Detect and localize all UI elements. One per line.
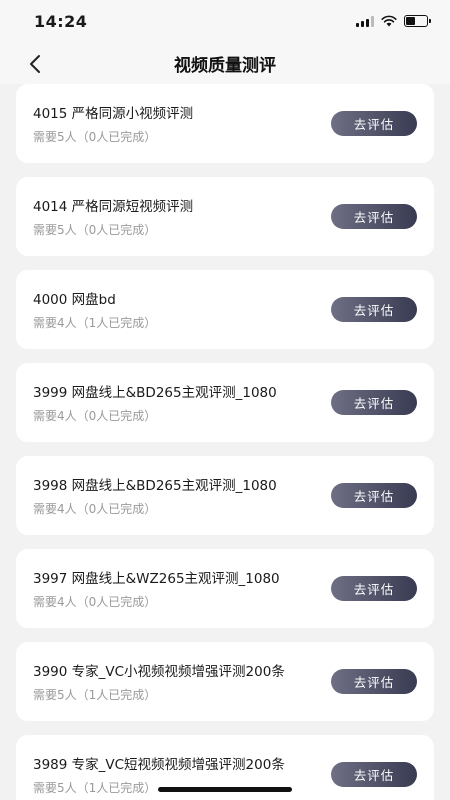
home-indicator[interactable] [158,787,292,792]
nav-bar: 视频质量测评 [0,44,450,84]
evaluate-button[interactable]: 去评估 [331,483,417,508]
evaluate-button[interactable]: 去评估 [331,297,417,322]
task-card[interactable]: 4015 严格同源小视频评测 需要5人（0人已完成） 去评估 [16,84,434,163]
status-icons [356,15,431,27]
evaluate-button[interactable]: 去评估 [331,204,417,229]
evaluate-button[interactable]: 去评估 [331,111,417,136]
task-title: 4014 严格同源短视频评测 [33,199,194,215]
signal-icon [356,15,374,27]
task-card[interactable]: 4014 严格同源短视频评测 需要5人（0人已完成） 去评估 [16,177,434,256]
evaluate-button[interactable]: 去评估 [331,669,417,694]
task-title: 3997 网盘线上&WZ265主观评测_1080 [33,571,280,587]
task-title: 3998 网盘线上&BD265主观评测_1080 [33,478,277,494]
task-title: 3999 网盘线上&BD265主观评测_1080 [33,385,277,401]
task-card[interactable]: 3997 网盘线上&WZ265主观评测_1080 需要4人（0人已完成） 去评估 [16,549,434,628]
task-card[interactable]: 3999 网盘线上&BD265主观评测_1080 需要4人（0人已完成） 去评估 [16,363,434,442]
task-progress: 需要5人（0人已完成） [33,130,157,144]
task-progress: 需要4人（0人已完成） [33,595,157,609]
task-title: 3989 专家_VC短视频视频增强评测200条 [33,757,285,773]
task-title: 3990 专家_VC小视频视频增强评测200条 [33,664,285,680]
task-card[interactable]: 3990 专家_VC小视频视频增强评测200条 需要5人（1人已完成） 去评估 [16,642,434,721]
task-title: 4000 网盘bd [33,292,116,308]
battery-icon [404,15,431,27]
status-time: 14:24 [34,12,88,31]
task-progress: 需要4人（1人已完成） [33,316,157,330]
wifi-icon [381,15,397,27]
evaluate-button[interactable]: 去评估 [331,390,417,415]
evaluate-button[interactable]: 去评估 [331,576,417,601]
task-card[interactable]: 3998 网盘线上&BD265主观评测_1080 需要4人（0人已完成） 去评估 [16,456,434,535]
status-bar: 14:24 [0,0,450,44]
task-title: 4015 严格同源小视频评测 [33,106,194,122]
evaluate-button[interactable]: 去评估 [331,762,417,787]
task-progress: 需要5人（0人已完成） [33,223,157,237]
task-list[interactable]: 4015 严格同源小视频评测 需要5人（0人已完成） 去评估 4014 严格同源… [0,84,450,800]
task-progress: 需要5人（1人已完成） [33,688,157,702]
task-card[interactable]: 4000 网盘bd 需要4人（1人已完成） 去评估 [16,270,434,349]
task-progress: 需要5人（1人已完成） [33,781,157,795]
task-progress: 需要4人（0人已完成） [33,502,157,516]
task-progress: 需要4人（0人已完成） [33,409,157,423]
page-title: 视频质量测评 [174,56,276,76]
